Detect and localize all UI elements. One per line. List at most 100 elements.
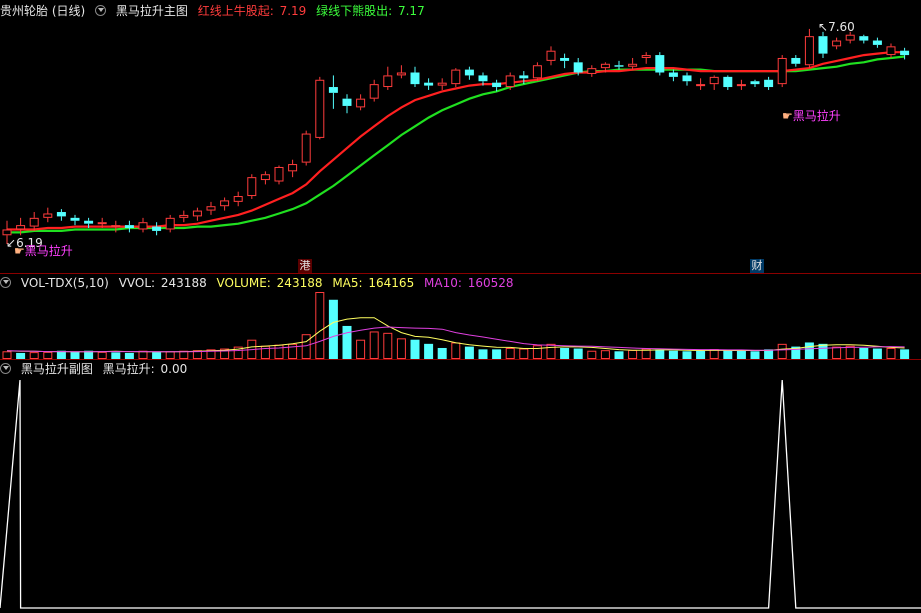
volume-bar-down <box>655 349 665 359</box>
candle-up <box>546 50 556 61</box>
volume-bar-up <box>451 342 461 359</box>
signal-line <box>0 379 921 609</box>
vvol-value: 243188 <box>160 276 207 290</box>
signal-label-2: ☛黑马拉升 <box>782 107 841 124</box>
candle-up <box>206 206 216 211</box>
ma10-value: 160528 <box>467 276 514 290</box>
candle-up <box>247 177 257 197</box>
candle-up <box>274 166 284 182</box>
high-price-value: 7.60 <box>828 20 855 34</box>
candle-up <box>587 68 597 74</box>
volume-bar-down <box>736 350 746 359</box>
candle-down <box>872 40 882 45</box>
sub-indicator-name[interactable]: 黑马拉升副图 <box>21 362 93 376</box>
volume-bar-up <box>845 345 855 360</box>
candle-up <box>356 98 366 108</box>
high-price-label: ↖7.60 <box>818 20 855 34</box>
volume-bar-down <box>696 350 706 359</box>
volume-bar-up <box>709 349 719 360</box>
volume-bar-down <box>152 352 162 359</box>
volume-bar-down <box>424 343 434 359</box>
sub-value: 0.00 <box>160 362 188 376</box>
volume-indicator-name[interactable]: VOL-TDX(5,10) <box>21 276 109 290</box>
stock-chart-window: 贵州轮胎 (日线) 黑马拉升主图 红线上牛股起: 7.19 绿线下熊股出: 7.… <box>0 0 921 613</box>
candle-down <box>152 226 162 231</box>
candle-down <box>70 217 80 221</box>
candle-down <box>723 76 733 88</box>
volume-bar-up <box>546 343 556 359</box>
candle-up <box>192 210 202 217</box>
candle-down <box>328 87 338 93</box>
candle-up <box>777 57 787 85</box>
candle-up <box>179 214 189 218</box>
volume-bar-down <box>492 349 502 359</box>
candle-down <box>668 72 678 77</box>
volume-bar-up <box>2 351 12 359</box>
volume-bar-down <box>668 350 678 359</box>
candle-up <box>600 63 610 69</box>
volume-bar-down <box>70 351 80 359</box>
candle-up <box>315 79 325 138</box>
candle-up <box>505 75 515 88</box>
candle-up <box>641 55 651 58</box>
indicator-dropdown-icon[interactable] <box>0 277 11 288</box>
signal-label-1: ☛黑马拉升 <box>14 242 73 259</box>
candle-down <box>56 212 66 217</box>
volume-bar-up <box>29 352 39 360</box>
candle-up <box>260 174 270 181</box>
volume-bar-down <box>859 347 869 359</box>
volume-bar-up <box>315 292 325 359</box>
volume-bar-up <box>777 343 787 359</box>
event-marker-port[interactable]: 港 <box>298 259 312 273</box>
volume-bar-down <box>437 347 447 359</box>
candle-up <box>451 69 461 85</box>
candle-up <box>532 65 542 79</box>
volume-bar-down <box>682 351 692 359</box>
price-chart[interactable] <box>0 0 921 613</box>
volume-bar-up <box>165 351 175 359</box>
candle-down <box>764 79 774 88</box>
candle-up <box>886 46 896 56</box>
candle-down <box>818 36 828 54</box>
candle-down <box>519 75 529 79</box>
ma5-value: 164165 <box>368 276 415 290</box>
volume-label: VOLUME: <box>216 276 271 290</box>
volume-bar-down <box>872 348 882 359</box>
candle-up <box>2 229 12 236</box>
signal-text-2: 黑马拉升 <box>792 109 841 123</box>
event-marker-finance[interactable]: 财 <box>750 259 764 273</box>
volume-bar-up <box>396 338 406 360</box>
volume-bar-down <box>560 347 570 359</box>
volume-bar-down <box>900 349 910 359</box>
indicator-dropdown-icon[interactable] <box>0 363 11 374</box>
candle-up <box>165 217 175 230</box>
candle-up <box>16 225 26 230</box>
sub-panel-header: 黑马拉升副图 黑马拉升: 0.00 <box>0 360 193 378</box>
volume-bar-up <box>600 350 610 360</box>
ma10-label: MA10: <box>424 276 462 290</box>
candle-up <box>736 84 746 87</box>
volume-bar-up <box>886 347 896 359</box>
candle-up <box>220 200 230 207</box>
candle-down <box>682 75 692 82</box>
sub-value-label: 黑马拉升: <box>102 362 155 376</box>
volume-bar-up <box>179 350 189 360</box>
volume-bar-up <box>356 339 366 359</box>
candle-down <box>464 69 474 76</box>
candle-up <box>383 75 393 88</box>
volume-bar-down <box>464 346 474 359</box>
volume-bar-up <box>369 331 379 360</box>
volume-bar-up <box>274 344 284 360</box>
volume-bar-down <box>614 351 624 359</box>
volume-bar-up <box>138 350 148 360</box>
candle-up <box>709 76 719 85</box>
volume-panel-header: VOL-TDX(5,10) VVOL: 243188 VOLUME: 24318… <box>0 274 520 292</box>
candle-down <box>859 36 869 41</box>
volume-bar-up <box>383 332 393 360</box>
candle-down <box>410 72 420 85</box>
volume-bar-up <box>505 347 515 359</box>
candle-down <box>560 57 570 61</box>
candle-up <box>845 34 855 41</box>
candle-down <box>791 57 801 64</box>
hand-pointer-icon: ☛ <box>14 244 25 258</box>
